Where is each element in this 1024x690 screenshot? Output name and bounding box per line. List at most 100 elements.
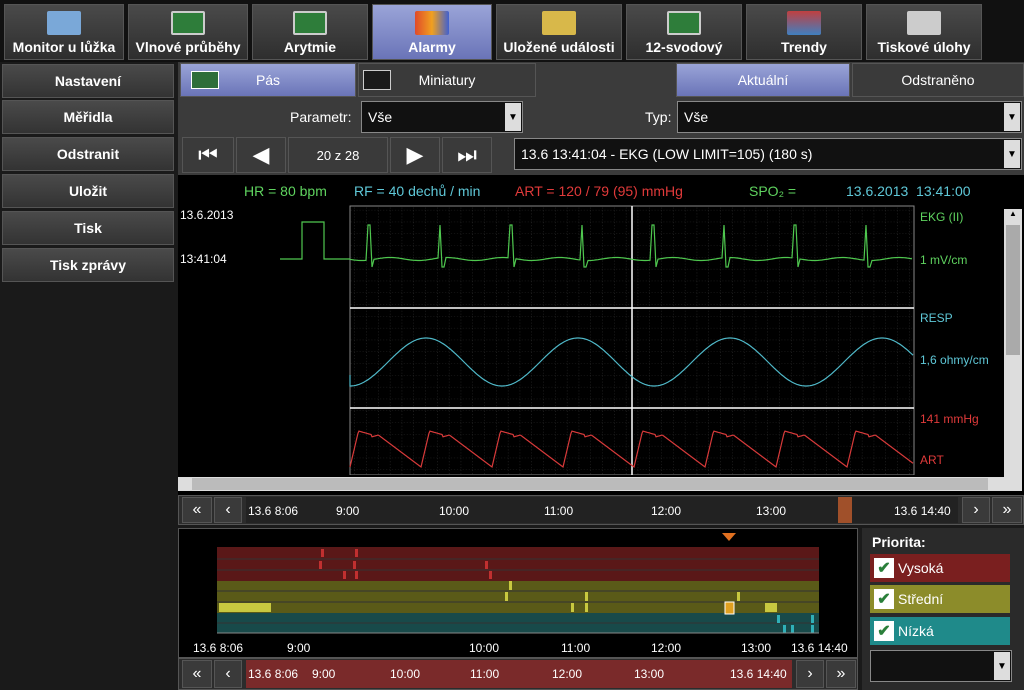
- tab-label: Uložené události: [503, 39, 615, 55]
- overview-start: 13.6 8:06: [193, 641, 244, 655]
- timeline-marker[interactable]: [838, 497, 852, 523]
- triangle-left-icon: ◀: [252, 142, 270, 167]
- miniatures-view-button[interactable]: Miniatury: [358, 63, 536, 97]
- timeline-start: 13.6 8:06: [248, 504, 299, 518]
- bedside-monitor-icon: [47, 11, 81, 35]
- h-scroll-thumb[interactable]: [192, 478, 988, 490]
- vertical-scrollbar[interactable]: ▲: [1004, 209, 1022, 491]
- triangle-right-icon: ▶: [406, 142, 424, 167]
- rewind-button-bottom[interactable]: «: [182, 660, 212, 688]
- tab-12-lead[interactable]: 12-svodový: [626, 4, 742, 60]
- tab-label: Arytmie: [283, 39, 337, 55]
- overview-tick: 11:00: [561, 641, 591, 655]
- tab-alarms[interactable]: Alarmy: [372, 4, 492, 60]
- rewind-button[interactable]: «: [182, 497, 212, 523]
- timeline-track[interactable]: 13.6 8:06 9:00 10:00 11:00 12:00 13:00 1…: [246, 497, 958, 523]
- high-label: Vysoká: [898, 560, 944, 576]
- step-forward-button-bottom[interactable]: ›: [796, 660, 824, 688]
- top-tab-bar: Monitor u lůžka Vlnové průběhy Arytmie A…: [0, 0, 1024, 62]
- waveform-icon: [171, 11, 205, 35]
- timeline-tick: 11:00: [470, 667, 500, 681]
- tab-label: Monitor u lůžka: [12, 39, 116, 55]
- timeline-tick: 9:00: [312, 667, 336, 681]
- first-event-button[interactable]: ⏮: [182, 137, 234, 173]
- skip-first-icon: ⏮: [198, 142, 218, 167]
- scroll-up-icon[interactable]: ▲: [1004, 209, 1022, 223]
- settings-button[interactable]: Nastavení: [2, 64, 174, 98]
- gauges-button[interactable]: Měřidla: [2, 100, 174, 134]
- alarm-overview-chart: 13.6 8:06 9:00 10:00 11:00 12:00 13:00 1…: [178, 528, 858, 658]
- alarm-bands: [217, 533, 819, 634]
- type-label: Typ:: [645, 109, 672, 125]
- folder-icon: [542, 11, 576, 35]
- chevron-down-icon: ▼: [505, 103, 521, 131]
- high-priority-checkbox[interactable]: ✔ Vysoká: [870, 554, 1010, 582]
- tab-label: Vlnové průběhy: [135, 39, 241, 55]
- step-forward-button[interactable]: ›: [962, 497, 990, 523]
- timeline-tick: 12:00: [651, 504, 682, 518]
- tab-saved-events[interactable]: Uložené události: [496, 4, 622, 60]
- event-select[interactable]: 13.6 13:41:04 - EKG (LOW LIMIT=105) (180…: [514, 138, 1022, 170]
- tab-bedside-monitor[interactable]: Monitor u lůžka: [4, 4, 124, 60]
- strip-view-button[interactable]: Pás: [180, 63, 356, 97]
- overview-tick: 10:00: [469, 641, 500, 655]
- parameter-label: Parametr:: [290, 109, 352, 125]
- twelve-lead-icon: [667, 11, 701, 35]
- fast-forward-button-bottom[interactable]: »: [826, 660, 856, 688]
- calibration-pulse: [280, 221, 350, 260]
- tab-label: Tiskové úlohy: [877, 39, 971, 55]
- last-event-button[interactable]: ⏭: [442, 137, 492, 173]
- medium-priority-checkbox[interactable]: ✔ Střední: [870, 585, 1010, 613]
- filter-bar: Parametr: Vše ▼ Typ: Vše ▼: [178, 98, 1024, 136]
- type-select[interactable]: Vše ▼: [677, 101, 1022, 133]
- skip-last-icon: ⏭: [457, 142, 477, 167]
- overview-tick: 12:00: [651, 641, 682, 655]
- strip-label: Pás: [255, 72, 281, 88]
- tab-label: Alarmy: [408, 39, 456, 55]
- art-scale: 141 mmHg: [920, 412, 979, 426]
- arrhythmia-icon: [293, 11, 327, 35]
- timeline-tick: 12:00: [552, 667, 583, 681]
- overview-end: 13.6 14:40: [791, 641, 848, 655]
- tab-arrhythmia[interactable]: Arytmie: [252, 4, 368, 60]
- ekg-label: EKG (II): [920, 210, 964, 224]
- horizontal-scrollbar[interactable]: [178, 477, 1004, 491]
- event-value: 13.6 13:41:04 - EKG (LOW LIMIT=105) (180…: [521, 146, 813, 162]
- tab-waveforms[interactable]: Vlnové průběhy: [128, 4, 248, 60]
- priority-select[interactable]: ▼: [870, 650, 1012, 682]
- overview-tick: 9:00: [287, 641, 311, 655]
- printer-icon: [907, 11, 941, 35]
- event-counter: 20 z 28: [288, 137, 388, 173]
- priority-panel: Priorita: ✔ Vysoká ✔ Střední ✔ Nízká ▼: [862, 528, 1024, 690]
- removed-tab[interactable]: Odstraněno: [852, 63, 1024, 97]
- low-priority-checkbox[interactable]: ✔ Nízká: [870, 617, 1010, 645]
- chevron-down-icon: ▼: [1004, 140, 1020, 168]
- scroll-thumb[interactable]: [1006, 225, 1020, 355]
- step-back-button[interactable]: ‹: [214, 497, 242, 523]
- miniatures-label: Miniatury: [418, 72, 476, 88]
- tab-print-jobs[interactable]: Tiskové úlohy: [866, 4, 982, 60]
- timeline-tick: 13:00: [634, 667, 665, 681]
- medium-label: Střední: [898, 591, 944, 607]
- fast-forward-button[interactable]: »: [992, 497, 1022, 523]
- step-back-button-bottom[interactable]: ‹: [214, 660, 242, 688]
- waveform-plot: [280, 205, 915, 475]
- alarm-icon: [415, 11, 449, 35]
- prev-event-button[interactable]: ◀: [236, 137, 286, 173]
- save-button[interactable]: Uložit: [2, 174, 174, 208]
- ekg-scale: 1 mV/cm: [920, 253, 968, 267]
- sidebar: Nastavení Měřidla Odstranit Uložit Tisk …: [0, 62, 176, 690]
- print-button[interactable]: Tisk: [2, 211, 174, 245]
- bottom-timeline-track[interactable]: 13.6 8:06 9:00 10:00 11:00 12:00 13:00 1…: [246, 660, 792, 688]
- current-tab[interactable]: Aktuální: [676, 63, 850, 97]
- tab-trends[interactable]: Trendy: [746, 4, 862, 60]
- print-report-button[interactable]: Tisk zprávy: [2, 248, 174, 282]
- timeline-tick: 10:00: [439, 504, 470, 518]
- parameter-select[interactable]: Vše ▼: [361, 101, 523, 133]
- timeline-tick: 9:00: [336, 504, 360, 518]
- tab-label: Trendy: [781, 39, 827, 55]
- next-event-button[interactable]: ▶: [390, 137, 440, 173]
- chevron-down-icon: ▼: [1004, 103, 1020, 131]
- low-label: Nízká: [898, 623, 934, 639]
- delete-button[interactable]: Odstranit: [2, 137, 174, 171]
